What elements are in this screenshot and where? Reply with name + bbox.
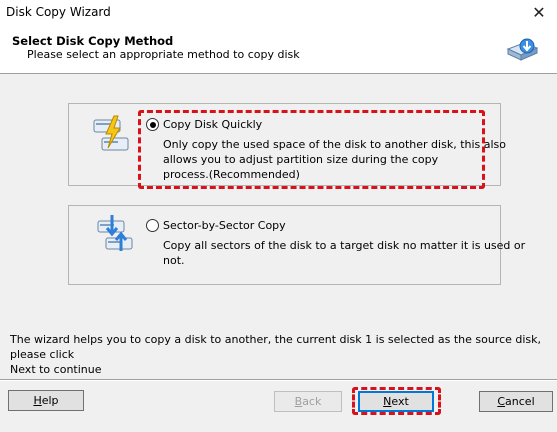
description-line: Copy all sectors of the disk to a target… xyxy=(163,239,526,252)
wizard-header: Select Disk Copy Method Please select an… xyxy=(0,27,557,74)
cancel-label: ancel xyxy=(505,395,535,408)
radio-button-unselected[interactable] xyxy=(146,219,159,232)
page-subtitle: Please select an appropriate method to c… xyxy=(27,48,300,61)
info-line: The wizard helps you to copy a disk to a… xyxy=(10,333,542,361)
wizard-body: Copy Disk Quickly Only copy the used spa… xyxy=(0,74,557,432)
page-title: Select Disk Copy Method xyxy=(12,34,174,48)
back-button[interactable]: Back xyxy=(274,391,342,412)
back-label: ack xyxy=(302,395,322,408)
option-label: Sector-by-Sector Copy xyxy=(163,219,286,232)
radio-sector-by-sector[interactable]: Sector-by-Sector Copy xyxy=(146,219,286,232)
wizard-info-text: The wizard helps you to copy a disk to a… xyxy=(10,332,550,377)
disk-copy-icon xyxy=(506,38,539,61)
disk-sector-icon xyxy=(97,215,133,251)
description-line: not. xyxy=(163,254,185,267)
close-button[interactable]: ✕ xyxy=(529,3,549,23)
highlight-box xyxy=(138,110,485,189)
title-bar: Disk Copy Wizard ✕ xyxy=(0,0,557,27)
help-label: elp xyxy=(41,394,59,407)
cancel-accelerator: C xyxy=(497,395,506,408)
option-description: Copy all sectors of the disk to a target… xyxy=(163,238,525,268)
cancel-button[interactable]: Cancel xyxy=(479,391,553,412)
next-highlight-box xyxy=(352,387,441,415)
help-button[interactable]: Help xyxy=(8,390,84,411)
footer-divider xyxy=(0,379,557,381)
window-title: Disk Copy Wizard xyxy=(6,5,111,19)
info-line: Next to continue xyxy=(10,363,102,376)
disk-lightning-icon xyxy=(93,115,129,151)
help-accelerator: H xyxy=(33,394,42,407)
